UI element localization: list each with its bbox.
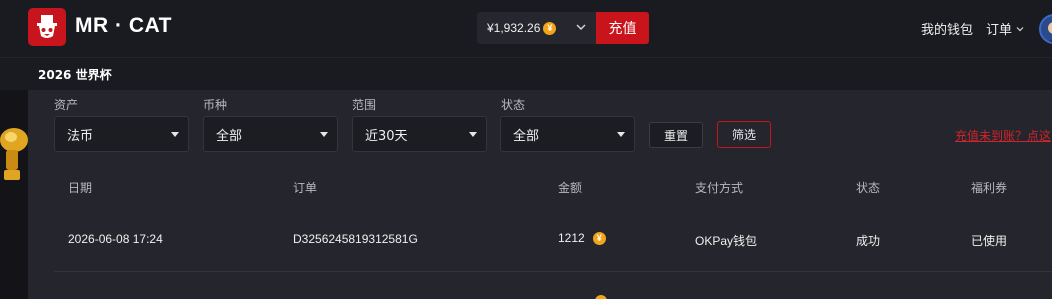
- topup-button[interactable]: 充值: [596, 12, 649, 44]
- event-tab-worldcup[interactable]: 2026 世界杯: [38, 66, 112, 83]
- yuan-coin-icon: ¥: [543, 21, 557, 35]
- cat-top-hat-logo-icon: [37, 15, 57, 38]
- cell-date: 2026-06-08 17:24: [68, 232, 163, 246]
- filter-currency-label: 币种: [203, 98, 228, 112]
- sub-navbar: 2026 世界杯: [0, 58, 1052, 90]
- column-header-coupon: 福利券: [971, 181, 1008, 195]
- caret-down-icon: [171, 132, 179, 137]
- reset-button[interactable]: 重置: [649, 122, 703, 148]
- filter-range-value: 近30天: [365, 128, 408, 144]
- chevron-down-icon: [1016, 26, 1024, 31]
- column-header-amount: 金额: [558, 181, 583, 195]
- amount-value: 1212: [558, 231, 585, 245]
- cell-coupon: 已使用: [971, 234, 1008, 248]
- balance-amount: ¥1,932.26: [487, 21, 541, 35]
- filter-status-label: 状态: [501, 98, 526, 112]
- filter-asset-value: 法币: [67, 128, 94, 144]
- column-header-payment-method: 支付方式: [695, 181, 744, 195]
- cell-status: 成功: [856, 234, 881, 248]
- chevron-down-icon[interactable]: [575, 21, 587, 33]
- nav-orders-label: 订单: [986, 23, 1013, 38]
- filter-range-select[interactable]: 近30天: [352, 116, 487, 152]
- user-avatar[interactable]: [1039, 14, 1052, 44]
- caret-down-icon: [320, 132, 328, 137]
- brand-name[interactable]: MR · CAT: [75, 14, 172, 38]
- filter-range-label: 范围: [352, 98, 377, 112]
- nav-my-wallet[interactable]: 我的钱包: [921, 19, 973, 38]
- cell-payment-method: OKPay钱包: [695, 234, 758, 248]
- column-header-date: 日期: [68, 181, 93, 195]
- balance-selector[interactable]: ¥1,932.26 ¥: [477, 12, 596, 44]
- nav-orders[interactable]: 订单: [986, 19, 1025, 38]
- filter-status-value: 全部: [513, 128, 540, 144]
- top-navbar: MR · CAT ¥1,932.26 ¥ 充值 我的钱包 订单: [0, 0, 1052, 58]
- logo-icon[interactable]: [28, 8, 66, 46]
- avatar-image: [1047, 22, 1052, 42]
- filter-currency-select[interactable]: 全部: [203, 116, 338, 152]
- column-header-status: 状态: [856, 181, 881, 195]
- caret-down-icon: [469, 132, 477, 137]
- filter-asset-select[interactable]: 法币: [54, 116, 189, 152]
- cell-order-id[interactable]: D3256245819312581G: [293, 232, 418, 246]
- trophy-icon: [0, 128, 28, 180]
- filter-status-select[interactable]: 全部: [500, 116, 635, 152]
- column-header-order: 订单: [293, 181, 318, 195]
- yuan-coin-icon: ¥: [592, 231, 606, 245]
- filter-asset-label: 资产: [54, 98, 79, 112]
- filter-currency-value: 全部: [216, 128, 243, 144]
- caret-down-icon: [617, 132, 625, 137]
- row-divider: [54, 271, 1052, 272]
- cell-amount: 1212 ¥: [558, 231, 606, 245]
- side-decoration: [0, 90, 28, 299]
- filter-button[interactable]: 筛选: [717, 121, 771, 148]
- topup-missing-link[interactable]: 充值未到账？点这: [955, 127, 1051, 144]
